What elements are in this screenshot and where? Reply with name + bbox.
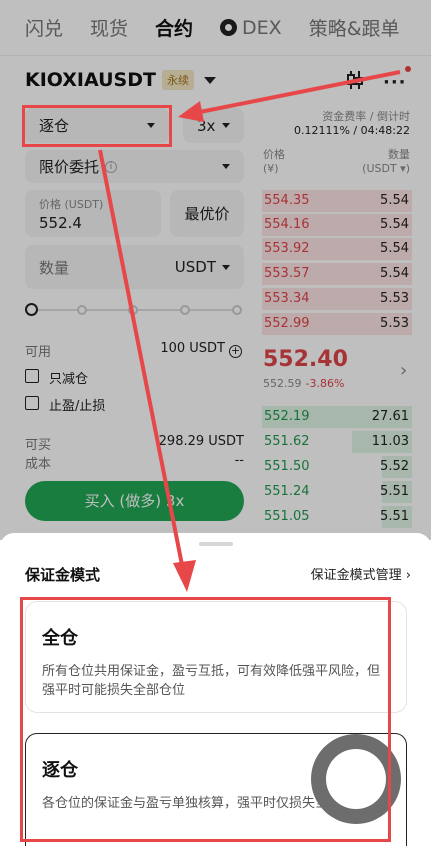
modal-backdrop[interactable] [0,0,431,540]
floating-assist-button[interactable] [311,734,401,824]
floating-button-center [326,749,386,809]
option-desc: 所有仓位共用保证金，盈亏互抵，可有效降低强平风险，但强平时可能损失全部仓位 [42,664,381,698]
option-title: 全仓 [42,628,78,649]
cross-margin-option[interactable]: 全仓 所有仓位共用保证金，盈亏互抵，可有效降低强平风险，但强平时可能损失全部仓位 [25,601,407,713]
sheet-handle[interactable] [199,542,233,546]
chevron-right-icon: › [405,568,411,583]
margin-mode-manage-link[interactable]: 保证金模式管理 › [311,564,411,583]
manage-link-label: 保证金模式管理 [310,568,402,583]
sheet-title: 保证金模式 [25,566,101,584]
